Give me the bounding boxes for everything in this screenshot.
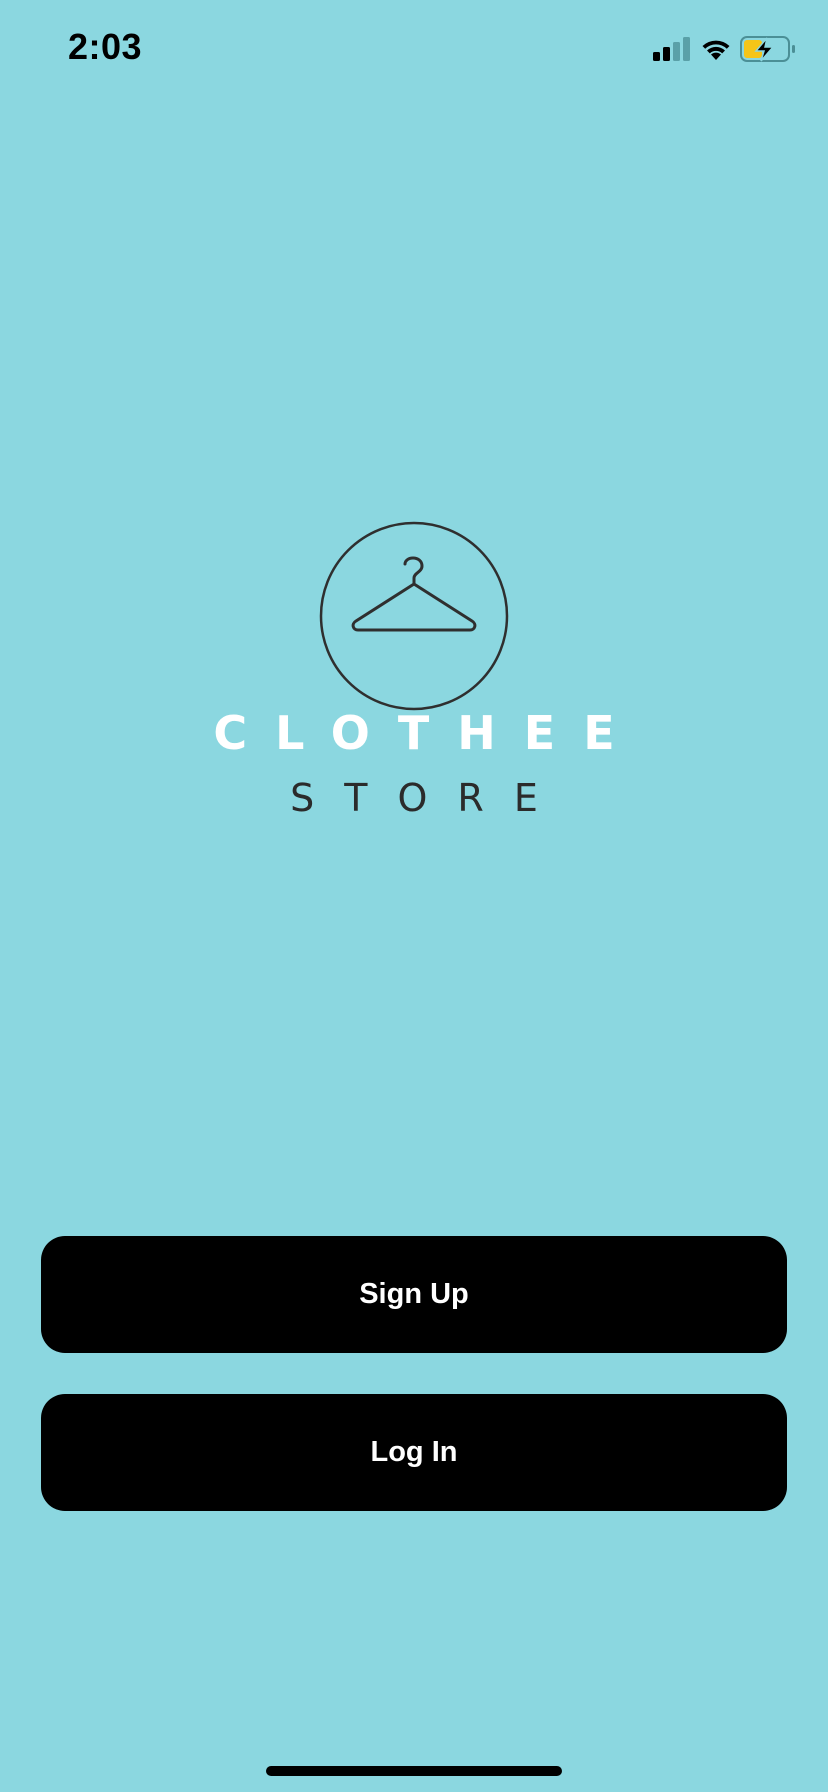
welcome-screen: 2:03 CLOTHEE STORE Sign Up Log In <box>0 0 828 1792</box>
sign-up-button[interactable]: Sign Up <box>41 1236 787 1353</box>
status-time: 2:03 <box>68 26 143 67</box>
status-bar: 2:03 <box>0 0 828 100</box>
brand-logo: CLOTHEE STORE <box>0 520 828 820</box>
battery-charging-icon <box>740 36 795 62</box>
home-indicator[interactable] <box>266 1766 562 1776</box>
brand-subtitle: STORE <box>290 776 568 820</box>
brand-title: CLOTHEE <box>213 706 643 760</box>
cellular-signal-icon <box>653 37 690 61</box>
log-in-button[interactable]: Log In <box>41 1394 787 1511</box>
clothes-hanger-icon <box>319 521 509 711</box>
wifi-icon <box>702 40 730 60</box>
